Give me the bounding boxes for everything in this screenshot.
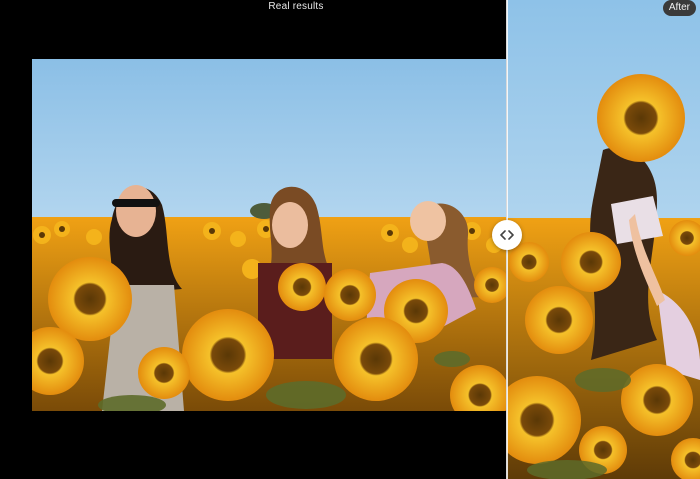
after-label: After [662, 0, 696, 16]
before-photo [32, 59, 506, 411]
after-photo [507, 0, 700, 479]
chevrons-left-right-icon [500, 230, 514, 240]
before-image [32, 59, 506, 411]
compare-slider-handle[interactable] [492, 220, 522, 250]
after-image: After [507, 0, 700, 479]
results-caption: Real results [268, 1, 324, 12]
comparison-stage: Real results After [0, 0, 700, 479]
